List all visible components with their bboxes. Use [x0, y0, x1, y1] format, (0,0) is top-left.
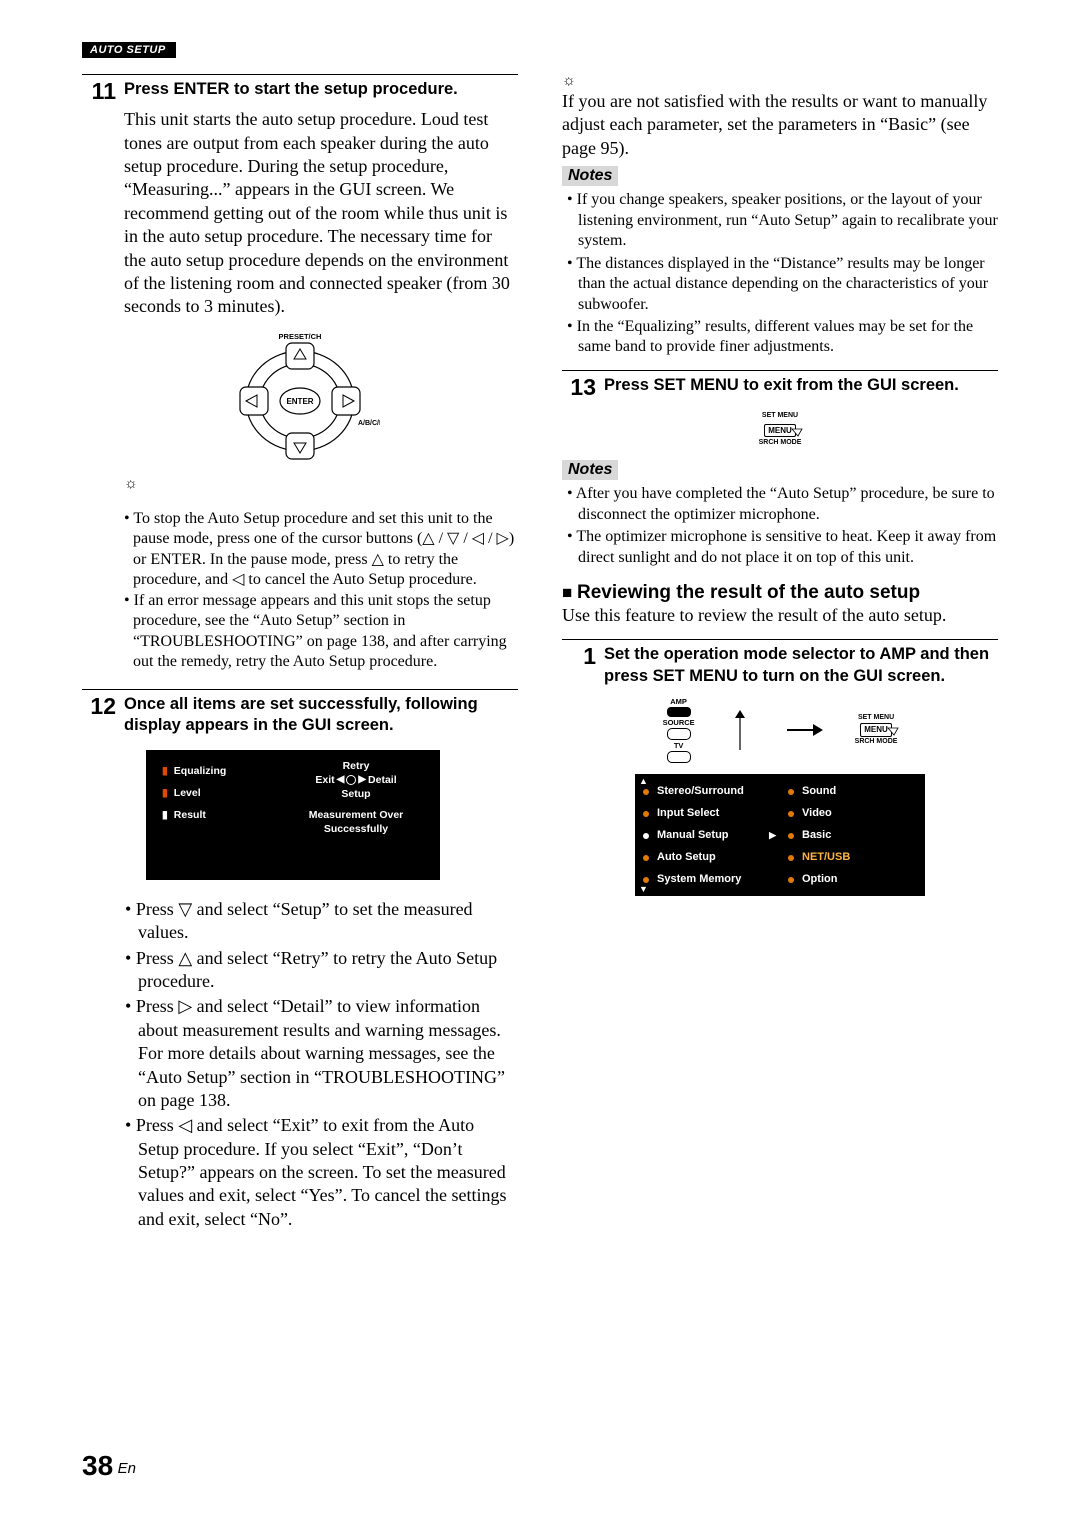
selector-tv: TV [663, 741, 695, 750]
step12-bullets: Press ▽ and select “Setup” to set the me… [138, 898, 518, 1231]
menu-bottom-label: SRCH MODE [855, 738, 898, 746]
selector-amp: AMP [663, 697, 695, 706]
step-number: 11 [82, 79, 116, 104]
osd-exit: Exit [315, 774, 334, 786]
dpad-top-label: PRESET/CH [279, 332, 322, 341]
gui-right-item: NET/USB [802, 851, 850, 863]
menu-button-icon: MENU [860, 723, 892, 737]
menu-center-label: MENU [768, 426, 792, 435]
gui-left-item: Stereo/Surround [657, 785, 744, 797]
remote-dpad-icon: PRESET/CH ENTER A/B/C/D/E [220, 329, 380, 469]
remote-diagram: AMP SOURCE TV SET MENU MENU SRCH MODE [562, 697, 998, 764]
right-triangle-icon: ▶ [769, 830, 776, 841]
divider [82, 689, 518, 690]
list-item: Press ▽ and select “Setup” to set the me… [138, 898, 518, 945]
osd-left-item: Level [174, 787, 201, 799]
step-13: 13 Press SET MENU to exit from the GUI s… [562, 375, 998, 400]
osd-left-item: Equalizing [174, 765, 227, 777]
osd-left-item: Result [174, 809, 206, 821]
step-1: 1 Set the operation mode selector to AMP… [562, 644, 998, 686]
left-arrow-icon: ◀ [337, 774, 345, 785]
dpad-right-label: A/B/C/D/E [358, 420, 380, 427]
notes-label: Notes [562, 460, 618, 480]
gui-right-item: Sound [802, 785, 836, 797]
step-heading: Once all items are set successfully, fol… [124, 694, 518, 736]
selector-source: SOURCE [663, 718, 695, 727]
menu-top-label: SET MENU [562, 412, 998, 419]
osd-detail: Detail [368, 774, 397, 786]
osd-msg2: Successfully [324, 823, 388, 835]
tip-icon [124, 476, 136, 492]
step-number: 1 [562, 644, 596, 669]
notes-list: If you change speakers, speaker position… [562, 190, 998, 358]
divider [562, 370, 998, 371]
step-heading: Set the operation mode selector to AMP a… [604, 644, 998, 686]
step11-tips: To stop the Auto Setup procedure and set… [124, 509, 518, 673]
step-body: This unit starts the auto setup procedur… [124, 108, 518, 319]
menu-button-icon: MENU [764, 424, 796, 437]
gui-menu-screen: ▲ Stereo/Surround Sound Input Select Vid… [635, 774, 925, 896]
gui-right-item: Option [802, 873, 837, 885]
right-arrow-icon: ▶ [358, 774, 366, 785]
tip-item: To stop the Auto Setup procedure and set… [124, 509, 518, 591]
menu-button-diagram: SET MENU MENU SRCH MODE [562, 412, 998, 446]
menu-button: SET MENU MENU SRCH MODE [855, 714, 898, 746]
gui-right-item: Video [802, 807, 832, 819]
list-item: If you change speakers, speaker position… [578, 190, 998, 251]
right-column: If you are not satisfied with the result… [562, 66, 998, 1249]
tip-item: If an error message appears and this uni… [124, 591, 518, 673]
list-item: Press △ and select “Retry” to retry the … [138, 947, 518, 994]
list-item: After you have completed the “Auto Setup… [578, 484, 998, 525]
osd-screen: ▮Equalizing ▮Level ▮Result Retry Exit ◀ … [146, 750, 440, 880]
divider [82, 74, 518, 75]
list-item: Press ◁ and select “Exit” to exit from t… [138, 1114, 518, 1231]
step-heading: Press ENTER to start the setup procedure… [124, 79, 458, 100]
page-number: 38 En [82, 1450, 136, 1482]
up-arrow-icon [725, 708, 755, 752]
step-12: 12 Once all items are set successfully, … [82, 694, 518, 736]
right-tip-text: If you are not satisfied with the result… [562, 90, 998, 160]
dpad-center-label: ENTER [286, 397, 313, 406]
section-intro: Use this feature to review the result of… [562, 604, 998, 627]
gui-left-item: System Memory [657, 873, 741, 885]
gui-left-item: Manual Setup [657, 829, 729, 841]
menu-top-label: SET MENU [855, 714, 898, 722]
step-heading: Press SET MENU to exit from the GUI scre… [604, 375, 959, 396]
step-number: 12 [82, 694, 116, 719]
right-arrow-icon [785, 720, 825, 740]
step-number: 13 [562, 375, 596, 400]
menu-bottom-label: SRCH MODE [562, 439, 998, 446]
menu-center-label: MENU [864, 725, 888, 734]
list-item: In the “Equalizing” results, different v… [578, 317, 998, 358]
left-column: 11 Press ENTER to start the setup proced… [82, 66, 518, 1249]
gui-left-item: Auto Setup [657, 851, 716, 863]
notes-list: After you have completed the “Auto Setup… [562, 484, 998, 568]
gui-left-item: Input Select [657, 807, 719, 819]
list-item: The distances displayed in the “Distance… [578, 254, 998, 315]
mode-selector: AMP SOURCE TV [663, 697, 695, 764]
gui-right-item: Basic [802, 829, 831, 841]
osd-msg1: Measurement Over [309, 809, 404, 821]
tip-icon [562, 73, 574, 89]
section-tab: AUTO SETUP [82, 42, 176, 58]
page-lang: En [118, 1460, 136, 1477]
notes-label: Notes [562, 166, 618, 186]
divider [562, 639, 998, 640]
section-heading: Reviewing the result of the auto setup [562, 582, 998, 604]
osd-retry: Retry [286, 760, 426, 772]
list-item: Press ▷ and select “Detail” to view info… [138, 995, 518, 1112]
page-number-value: 38 [82, 1450, 113, 1481]
step-11: 11 Press ENTER to start the setup proced… [82, 79, 518, 104]
osd-setup: Setup [286, 788, 426, 800]
down-triangle-icon: ▼ [639, 884, 648, 894]
list-item: The optimizer microphone is sensitive to… [578, 527, 998, 568]
